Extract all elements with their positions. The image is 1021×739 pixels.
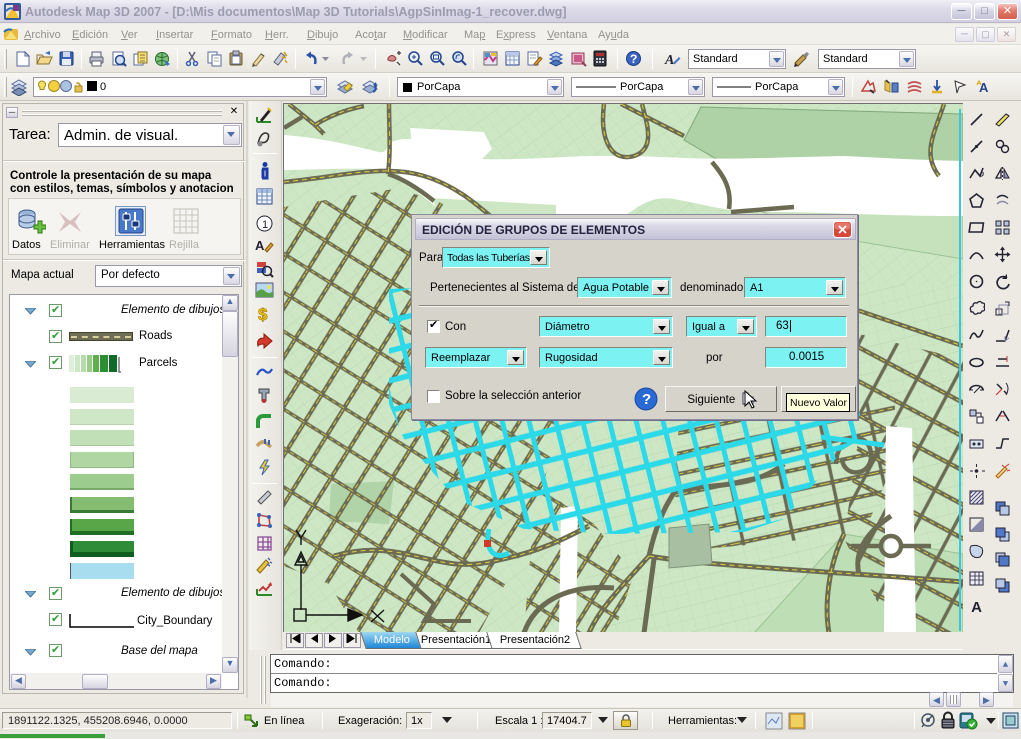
- svg-text:1: 1: [262, 219, 268, 231]
- svg-text:A: A: [664, 53, 674, 68]
- svg-text:?: ?: [642, 391, 651, 408]
- svg-text:?: ?: [630, 52, 637, 66]
- svg-text:$: $: [258, 305, 268, 324]
- svg-text:A: A: [979, 80, 989, 95]
- svg-text:A: A: [255, 238, 265, 253]
